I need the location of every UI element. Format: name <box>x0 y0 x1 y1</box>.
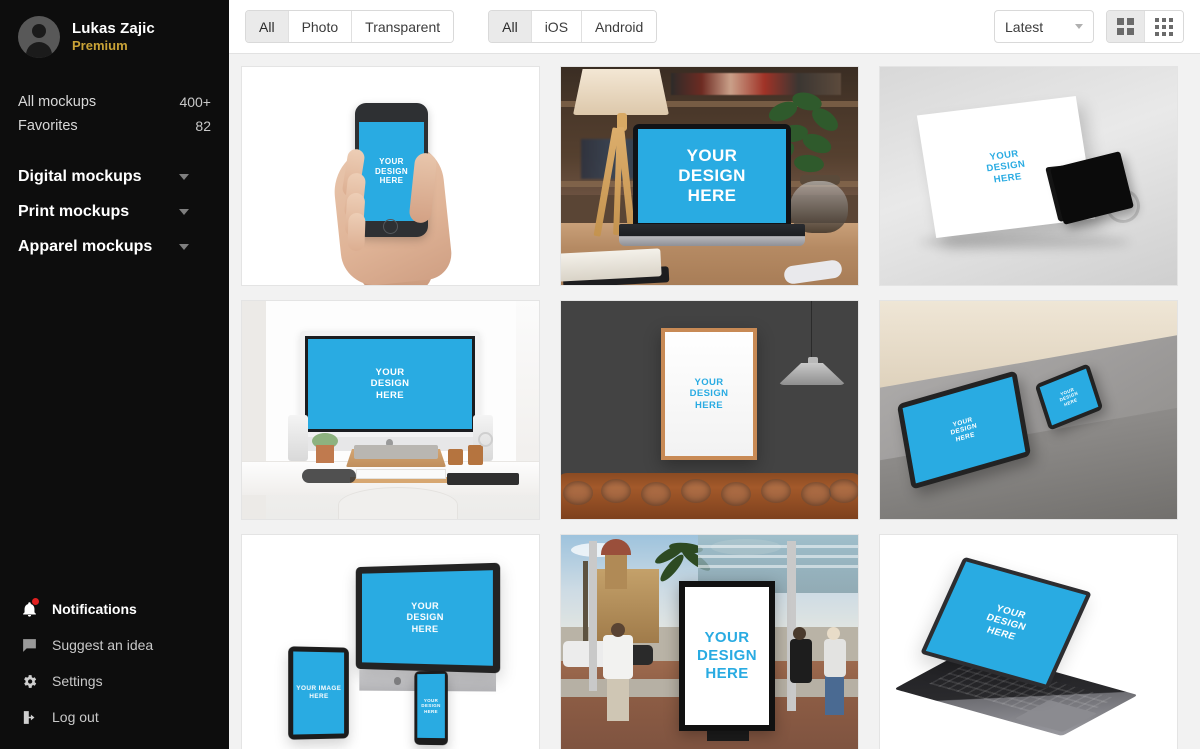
mockup-card-multi-device-imac[interactable]: YOUR DESIGN HERE YOUR IMAGE HERE YOUR DE… <box>241 534 540 749</box>
mockup-card-laptop-on-desk[interactable]: YOUR DESIGN HERE <box>560 66 859 286</box>
bottom-nav: Notifications Suggest an idea Settings L… <box>0 591 229 749</box>
placeholder-line-2: DESIGN <box>697 647 757 665</box>
counts-list: All mockups 400+ Favorites 82 <box>0 90 229 138</box>
placeholder-line-1: YOUR <box>694 377 724 389</box>
sidebar-item-log-out[interactable]: Log out <box>18 699 229 735</box>
profile-plan-badge: Premium <box>72 38 128 54</box>
settings-label: Settings <box>52 673 103 689</box>
placeholder-line-2: DESIGN <box>374 166 409 176</box>
sidebar-item-print-mockups[interactable]: Print mockups <box>18 195 211 230</box>
toolbar: All Photo Transparent All iOS Android La… <box>229 0 1200 54</box>
toolbar-right: Latest <box>994 10 1184 43</box>
placeholder-line-3: HERE <box>694 399 723 411</box>
placeholder-line-2: DESIGN <box>370 378 410 390</box>
device-screen-tablet: YOUR IMAGE HERE <box>288 646 349 740</box>
bell-icon <box>18 598 40 620</box>
placeholder-line-1: YOUR <box>686 145 738 165</box>
placeholder-line-2: DESIGN <box>406 612 444 624</box>
device-screen: YOUR DESIGN HERE <box>355 562 501 674</box>
filter-platform-ios[interactable]: iOS <box>531 11 583 42</box>
poster-frame: YOUR DESIGN HERE <box>661 328 757 460</box>
notifications-label: Notifications <box>52 601 137 617</box>
mockup-card-imac-workspace[interactable]: YOUR DESIGN HERE <box>241 300 540 520</box>
comment-icon <box>18 634 40 656</box>
profile-block[interactable]: Lukas Zajic Premium <box>0 0 229 58</box>
gear-icon <box>18 670 40 692</box>
all-mockups-label: All mockups <box>18 94 97 110</box>
placeholder-line-3: HERE <box>687 186 737 206</box>
gallery-scroll-area[interactable]: YOUR DESIGN HERE YOUR DESIGN HERE YOUR D… <box>229 54 1200 749</box>
placeholder-line-2: DESIGN <box>678 165 746 185</box>
platform-filter-group: All iOS Android <box>488 10 658 43</box>
placeholder-line-1: YOUR <box>704 629 750 647</box>
avatar <box>18 16 60 58</box>
sidebar-item-all-mockups[interactable]: All mockups 400+ <box>18 90 211 114</box>
device-screen-phone: YOUR DESIGN HERE <box>414 670 448 746</box>
digital-mockups-label: Digital mockups <box>18 168 142 185</box>
log-out-label: Log out <box>52 709 99 725</box>
avatar-body <box>26 42 52 58</box>
secondary-placeholder: YOUR IMAGE HERE <box>296 685 342 701</box>
mockup-grid: YOUR DESIGN HERE YOUR DESIGN HERE YOUR D… <box>241 66 1183 749</box>
placeholder-line-2: DESIGN <box>421 703 441 709</box>
placeholder-line-3: HERE <box>424 708 438 714</box>
placeholder-line-2: DESIGN <box>689 388 729 400</box>
sidebar-item-settings[interactable]: Settings <box>18 663 229 699</box>
placeholder-line-3: HERE <box>379 176 404 186</box>
sidebar-item-notifications[interactable]: Notifications <box>18 591 229 627</box>
apparel-mockups-label: Apparel mockups <box>18 238 153 255</box>
suggest-an-idea-label: Suggest an idea <box>52 637 154 653</box>
mockup-card-tablet-phone-sofa[interactable]: YOUR DESIGN HERE YOUR DESIGN HERE <box>879 300 1178 520</box>
chevron-down-icon[interactable] <box>179 244 189 250</box>
sofa-decor <box>561 473 858 519</box>
sidebar-item-favorites[interactable]: Favorites 82 <box>18 114 211 138</box>
filter-platform-all[interactable]: All <box>489 11 532 42</box>
logout-icon <box>18 706 40 728</box>
filter-platform-android[interactable]: Android <box>582 11 657 42</box>
mockup-card-hand-holding-phone[interactable]: YOUR DESIGN HERE <box>241 66 540 286</box>
avatar-head <box>32 24 46 38</box>
sidebar-item-suggest-an-idea[interactable]: Suggest an idea <box>18 627 229 663</box>
chevron-down-icon[interactable] <box>179 209 189 215</box>
placeholder-line-3: HERE <box>375 389 404 401</box>
sidebar: Lukas Zajic Premium All mockups 400+ Fav… <box>0 0 229 749</box>
all-mockups-count: 400+ <box>179 94 211 110</box>
device-screen: YOUR DESIGN HERE <box>300 331 480 437</box>
nav-groups: Digital mockups Print mockups Apparel mo… <box>0 160 229 265</box>
chevron-down-icon[interactable] <box>179 174 189 180</box>
favorites-label: Favorites <box>18 118 78 134</box>
sort-value: Latest <box>1005 18 1044 35</box>
view-toggle-group <box>1106 10 1184 43</box>
main-area: All Photo Transparent All iOS Android La… <box>229 0 1200 749</box>
notification-badge <box>32 598 39 605</box>
device-screen: YOUR DESIGN HERE <box>619 124 805 246</box>
placeholder-line-3: HERE <box>705 664 749 682</box>
app-root: Lukas Zajic Premium All mockups 400+ Fav… <box>0 0 1200 749</box>
sort-dropdown[interactable]: Latest <box>994 10 1094 43</box>
mockup-card-framed-poster-wall[interactable]: YOUR DESIGN HERE <box>560 300 859 520</box>
type-filter-group: All Photo Transparent <box>245 10 455 43</box>
chevron-down-icon <box>1075 24 1083 29</box>
sidebar-item-digital-mockups[interactable]: Digital mockups <box>18 160 211 195</box>
sidebar-item-apparel-mockups[interactable]: Apparel mockups <box>18 230 211 265</box>
billboard-face: YOUR DESIGN HERE <box>679 581 775 731</box>
print-mockups-label: Print mockups <box>18 203 130 220</box>
placeholder-line-1: YOUR <box>411 601 440 613</box>
profile-name: Lukas Zajic <box>72 19 155 37</box>
placeholder-line-1: YOUR <box>375 367 405 379</box>
mockup-card-business-card-clip[interactable]: YOUR DESIGN HERE <box>879 66 1178 286</box>
filter-type-all[interactable]: All <box>246 11 289 42</box>
mockup-card-isometric-macbook[interactable]: YOUR DESIGN HERE <box>879 534 1178 749</box>
filter-type-transparent[interactable]: Transparent <box>352 11 454 42</box>
filter-type-photo[interactable]: Photo <box>288 11 353 42</box>
grid-small-icon[interactable] <box>1145 11 1183 42</box>
placeholder-line-1: YOUR <box>379 157 404 167</box>
mockup-card-street-billboard[interactable]: YOUR DESIGN HERE <box>560 534 859 749</box>
favorites-count: 82 <box>195 118 211 134</box>
placeholder-line-3: HERE <box>411 623 439 635</box>
grid-large-icon[interactable] <box>1107 11 1145 42</box>
